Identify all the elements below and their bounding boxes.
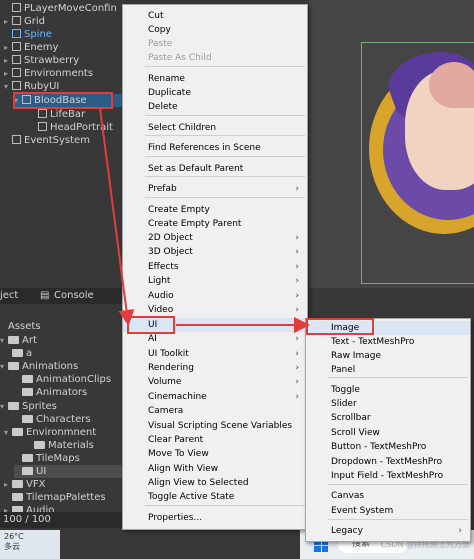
arrow-to-ui [99,107,135,326]
annotation-arrows [99,107,310,333]
